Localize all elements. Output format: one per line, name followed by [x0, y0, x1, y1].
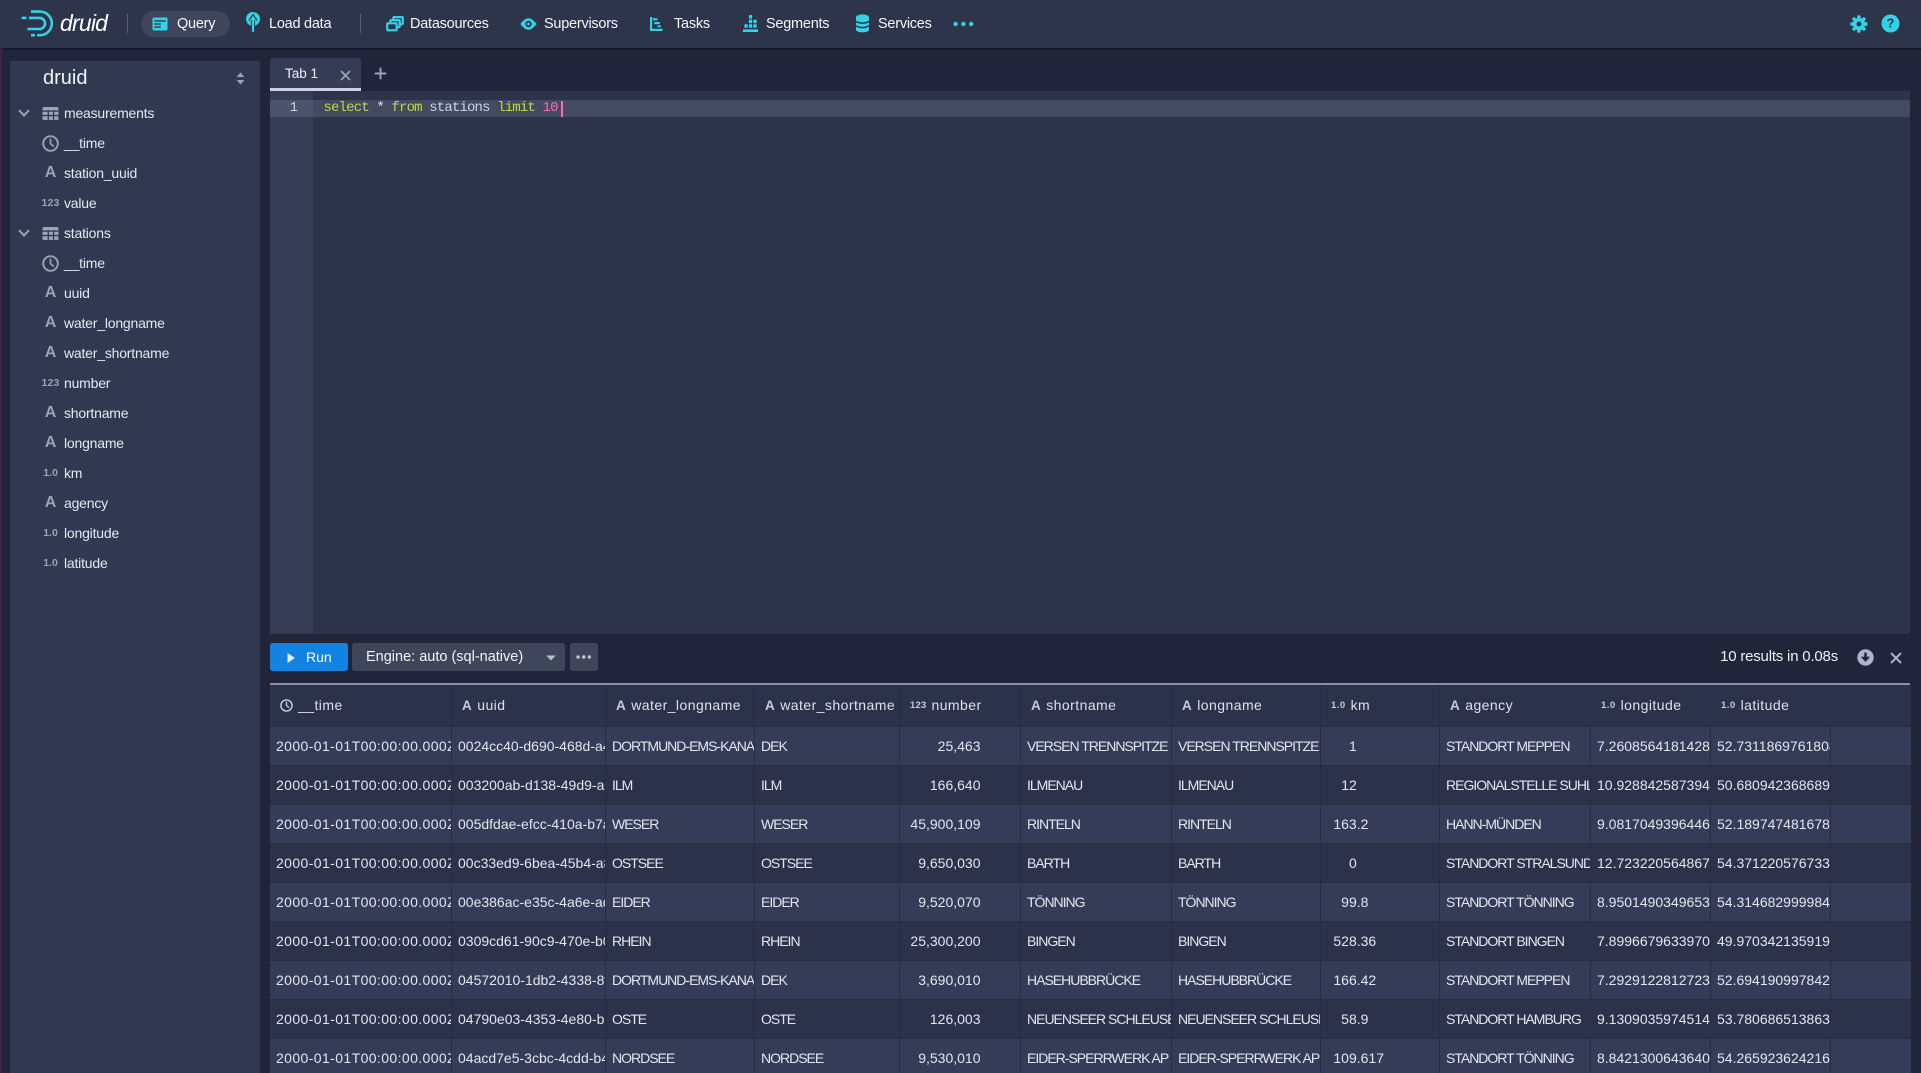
svg-text:?: ?	[1887, 16, 1895, 31]
